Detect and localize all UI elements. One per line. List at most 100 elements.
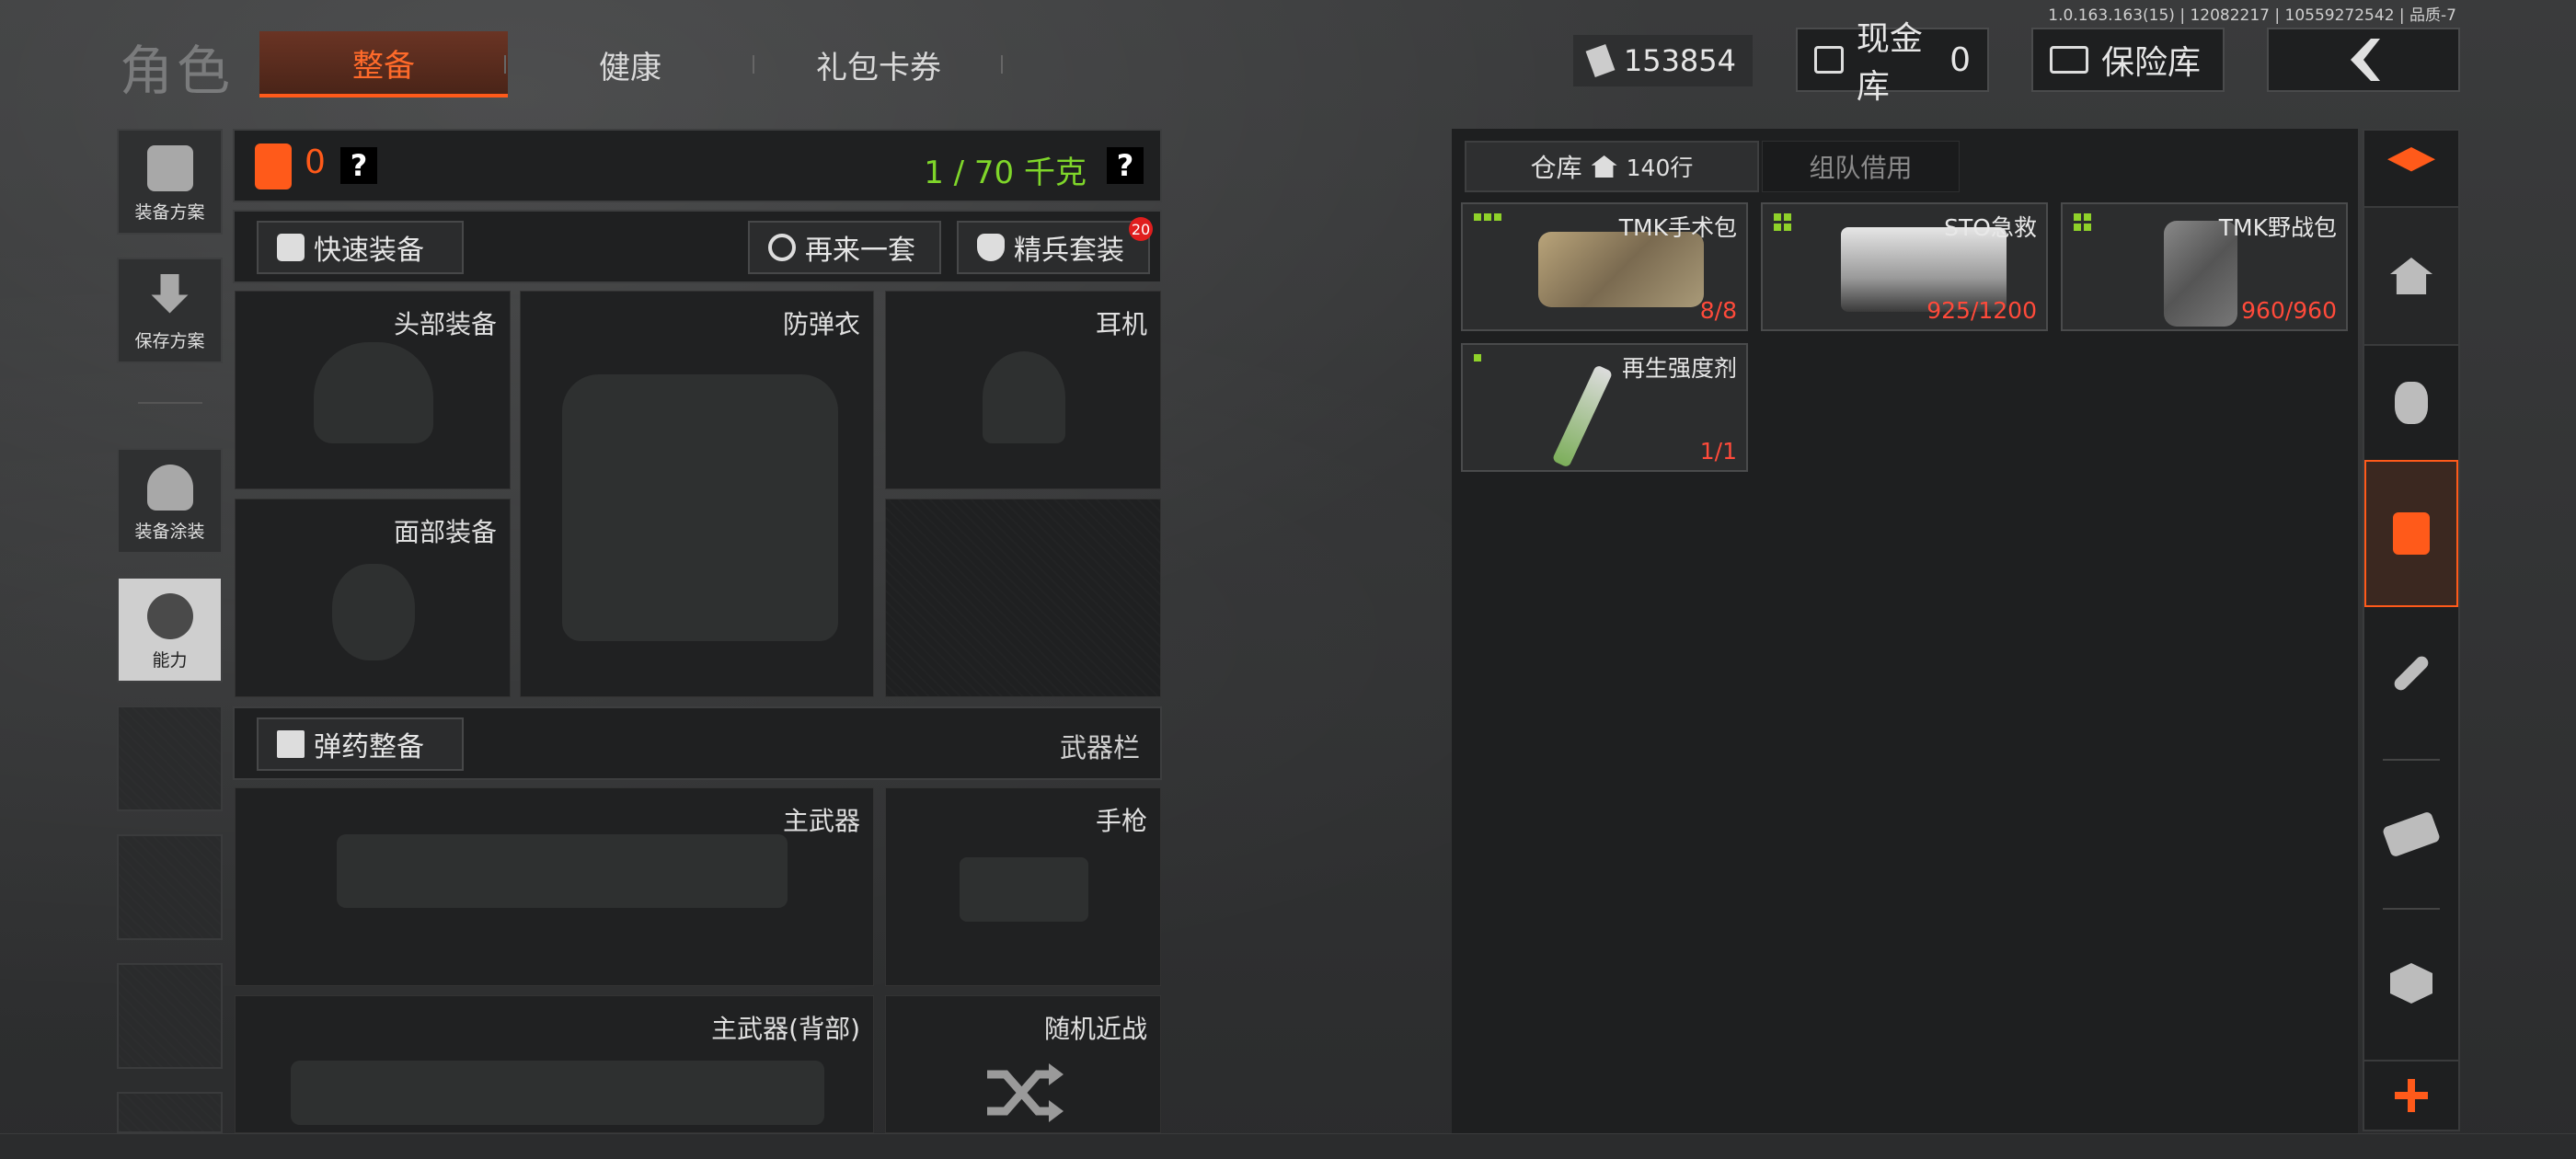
- back-button[interactable]: [2267, 28, 2460, 92]
- syringe-icon: [1551, 364, 1614, 468]
- slot-label: 手枪: [1095, 806, 1147, 836]
- shirt-icon: [277, 234, 305, 261]
- left-menu-label: 能力: [152, 650, 188, 671]
- random-melee-slot[interactable]: 随机近战: [885, 995, 1161, 1133]
- refresh-icon: [768, 234, 796, 261]
- elite-set-button[interactable]: 精兵套装: [957, 221, 1150, 274]
- cash-amount: 153854: [1623, 43, 1736, 78]
- key-icon: [2391, 653, 2432, 694]
- primary-back-slot[interactable]: 主武器(背部): [235, 995, 874, 1133]
- notification-badge: 20: [1129, 217, 1153, 241]
- pistol-icon: [960, 857, 1088, 922]
- rarity-dots: [1774, 213, 1794, 231]
- weapon-toolbar: 弹药整备 武器栏: [233, 706, 1162, 780]
- inventory-item[interactable]: STO急救 925/1200: [1761, 202, 2048, 331]
- helmet-paint-icon: [146, 465, 193, 511]
- quick-equip-button[interactable]: 快速装备: [257, 221, 464, 274]
- category-cash[interactable]: [2364, 765, 2458, 903]
- tab-label: 健康: [599, 49, 661, 86]
- team-tab-label: 组队借用: [1809, 153, 1913, 183]
- cash-vault-label: 现金库: [1856, 20, 1923, 106]
- slot-label: 耳机: [1095, 309, 1147, 339]
- left-menu-label: 保存方案: [134, 331, 205, 351]
- loadout-header: 0 ? 1 / 70 千克 ?: [233, 129, 1162, 202]
- primary-weapon-slot[interactable]: 主武器: [235, 787, 874, 986]
- quick-equip-label: 快速装备: [314, 235, 424, 267]
- cash-vault-button[interactable]: 现金库 0: [1796, 20, 1989, 106]
- ability-button[interactable]: 能力: [117, 577, 223, 683]
- inventory-item[interactable]: TMK野战包 960/960: [2061, 202, 2348, 331]
- tab-loadout[interactable]: 整备: [259, 31, 508, 98]
- item-count: 8/8: [1699, 297, 1737, 324]
- item-name: 再生强度剂: [1621, 355, 1737, 382]
- headset-slot[interactable]: 耳机: [885, 291, 1161, 489]
- slot-label: 头部装备: [393, 309, 497, 339]
- empty-slot: [117, 963, 223, 1069]
- item-count: 960/960: [2241, 297, 2337, 324]
- shield-icon: [977, 234, 1005, 261]
- left-menu-label: 装备方案: [134, 202, 205, 223]
- category-medical[interactable]: [2364, 460, 2458, 607]
- surgery-kit-icon: [1538, 232, 1704, 307]
- body-armor-slot[interactable]: 防弹衣: [520, 291, 874, 697]
- inventory-item[interactable]: 再生强度剂 1/1: [1461, 343, 1748, 472]
- home-icon: [1591, 155, 1617, 178]
- face-slot[interactable]: 面部装备: [235, 499, 511, 697]
- headset-icon: [983, 351, 1065, 443]
- help-icon[interactable]: ?: [340, 147, 377, 184]
- body-armor-icon: [562, 374, 838, 641]
- rarity-dots: [2074, 213, 2094, 231]
- cash-vault-value: 0: [1949, 40, 1971, 79]
- again-set-button[interactable]: 再来一套: [748, 221, 941, 274]
- tab-label: 整备: [352, 47, 415, 85]
- category-keys[interactable]: [2364, 609, 2458, 738]
- locked-slot: [885, 499, 1161, 697]
- download-arrow-icon: [151, 274, 189, 314]
- rifle-icon: [291, 1061, 824, 1125]
- skin-paint-button[interactable]: 装备涂装: [117, 448, 223, 554]
- slot-label: 主武器: [782, 806, 860, 836]
- home-icon: [2390, 258, 2432, 294]
- slot-label: 主武器(背部): [711, 1014, 860, 1044]
- tab-team-borrow[interactable]: 组队借用: [1762, 141, 1960, 192]
- tab-warehouse[interactable]: 仓库 140行: [1465, 141, 1759, 192]
- category-home[interactable]: [2364, 206, 2458, 346]
- tab-health[interactable]: 健康: [515, 31, 745, 98]
- medical-download-icon: [2393, 512, 2430, 555]
- category-box[interactable]: [2364, 914, 2458, 1052]
- add-category-button[interactable]: [2364, 1060, 2458, 1130]
- helmet-icon: [314, 342, 433, 443]
- rarity-dots: [1474, 213, 1501, 221]
- slot-label: 面部装备: [393, 517, 497, 547]
- inventory-item[interactable]: TMK手术包 8/8: [1461, 202, 1748, 331]
- help-icon[interactable]: ?: [1107, 147, 1144, 184]
- safe-icon: [2050, 46, 2088, 74]
- tab-gift-coupons[interactable]: 礼包卡券: [764, 31, 994, 98]
- item-name: TMK野战包: [2218, 214, 2337, 241]
- weight-display: 1 / 70 千克: [924, 155, 1087, 191]
- pistol-slot[interactable]: 手枪: [885, 787, 1161, 986]
- armor-count: 0: [305, 143, 326, 181]
- slot-label: 防弹衣: [782, 309, 860, 339]
- save-plan-button[interactable]: 保存方案: [117, 258, 223, 363]
- grenade-icon: [2395, 382, 2428, 424]
- sort-stack-button[interactable]: [2364, 131, 2458, 204]
- loadout-plan-button[interactable]: 装备方案: [117, 129, 223, 235]
- stack-refresh-icon: [2387, 147, 2435, 172]
- ammo-prep-button[interactable]: 弹药整备: [257, 717, 464, 771]
- safe-vault-button[interactable]: 保险库: [2031, 28, 2225, 92]
- head-slot[interactable]: 头部装备: [235, 291, 511, 489]
- category-grenade[interactable]: [2364, 348, 2458, 458]
- category-sidebar: [2363, 129, 2460, 1131]
- lightning-hexagon-icon: [146, 593, 193, 639]
- slot-label: 随机近战: [1043, 1014, 1147, 1044]
- tab-separator: [504, 55, 506, 74]
- again-set-label: 再来一套: [805, 235, 915, 267]
- elite-set-label: 精兵套装: [1014, 235, 1124, 267]
- sidebar-divider: [2383, 908, 2440, 910]
- rifle-icon: [337, 834, 788, 908]
- tab-separator: [1001, 55, 1003, 74]
- left-divider: [138, 402, 202, 404]
- rarity-dots: [1474, 354, 1481, 361]
- warehouse-rows: 140行: [1626, 155, 1694, 181]
